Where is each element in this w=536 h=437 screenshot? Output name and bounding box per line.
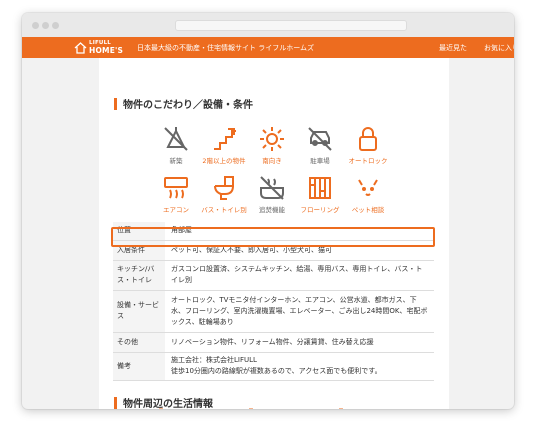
cutoff-decoration [159, 408, 163, 409]
feature-label: 2階以上の物件 [202, 157, 246, 165]
browser-window: LIFULL HOME'S 日本最大級の不動産・住宅情報サイト ライフルホームズ … [22, 13, 514, 409]
feature-south-facing: 南向き [247, 125, 297, 165]
bath-reheat-icon [260, 176, 284, 200]
site-header: LIFULL HOME'S 日本最大級の不動産・住宅情報サイト ライフルホームズ … [22, 37, 514, 58]
table-value-cell: ガスコンロ設置済、システムキッチン、給湯、専用バス、専用トイレ、バス・トイレ別 [165, 260, 434, 291]
stairs-icon [214, 128, 236, 150]
close-window-dot[interactable] [32, 22, 39, 29]
section-title-bar [114, 396, 117, 409]
sun-icon [260, 127, 284, 151]
table-value-cell: リノベーション物件、リフォーム物件、分譲賃貸、住み替え応援 [165, 332, 434, 353]
table-value-cell: オートロック、TVモニタ付インターホン、エアコン、公営水道、都市ガス、下水、フロ… [165, 290, 434, 333]
section-title-text: 物件周辺の生活情報 [123, 399, 213, 409]
feature-second-floor: 2階以上の物件 [199, 125, 249, 165]
logo-big-text: HOME'S [89, 45, 124, 55]
table-header-cell: キッチン/バス・トイレ [113, 260, 165, 291]
minimize-window-dot[interactable] [42, 22, 49, 29]
feature-pet-ok: ペット相談 [343, 174, 393, 214]
table-row: 設備・サービス オートロック、TVモニタ付インターホン、エアコン、公営水道、都市… [113, 290, 434, 333]
favorites-link[interactable]: お気に入り [484, 43, 514, 53]
address-bar[interactable] [175, 20, 407, 31]
cutoff-decoration [339, 408, 343, 409]
pet-icon [358, 179, 378, 196]
house-logo-icon [74, 41, 87, 54]
recently-viewed-link[interactable]: 最近見た [439, 43, 467, 53]
site-logo[interactable]: LIFULL HOME'S [74, 40, 123, 55]
table-row: その他 リノベーション物件、リフォーム物件、分譲賃貸、住み替え応援 [113, 332, 434, 353]
table-header-cell: その他 [113, 332, 165, 353]
feature-autolock: オートロック [343, 125, 393, 165]
browser-titlebar [22, 13, 514, 37]
site-tagline: 日本最大級の不動産・住宅情報サイト ライフルホームズ [137, 44, 315, 52]
table-row: 備考 施工会社：株式会社LIFULL 徒歩10分圏内の路線駅が複数あるので、アク… [113, 352, 434, 381]
remarks-line-2: 徒歩10分圏内の路線駅が複数あるので、アクセス面でも便利です。 [171, 367, 382, 375]
section-title-features: 物件のこだわり／設備・条件 [114, 96, 253, 111]
feature-label: エアコン [163, 206, 189, 214]
feature-label: オートロック [348, 157, 388, 165]
feature-bath-reheat: 追焚機能 [247, 174, 297, 214]
table-value-cell: 施工会社：株式会社LIFULL 徒歩10分圏内の路線駅が複数あるので、アクセス面… [165, 352, 434, 381]
lock-icon [359, 127, 377, 151]
section-title-neighborhood: 物件周辺の生活情報 [114, 395, 213, 409]
highlight-box-move-in-conditions [111, 227, 435, 247]
feature-flooring: フローリング [295, 174, 345, 214]
feature-label: 新築 [169, 157, 183, 165]
table-header-cell: 設備・サービス [113, 290, 165, 333]
feature-label: ペット相談 [351, 206, 385, 214]
new-build-icon [164, 127, 188, 151]
remarks-line-1: 施工会社：株式会社LIFULL [171, 356, 257, 364]
feature-label: 南向き [262, 157, 282, 165]
section-title-bar [114, 97, 117, 110]
flooring-icon [309, 177, 331, 199]
feature-separate-bath-toilet: バス・トイレ別 [199, 174, 249, 214]
air-conditioner-icon [164, 177, 188, 199]
table-row: キッチン/バス・トイレ ガスコンロ設置済、システムキッチン、給湯、専用バス、専用… [113, 260, 434, 291]
toilet-icon [214, 176, 235, 200]
maximize-window-dot[interactable] [52, 22, 59, 29]
feature-label: 駐車場 [310, 157, 330, 165]
feature-new-build: 新築 [151, 125, 201, 165]
feature-label: フローリング [300, 206, 340, 214]
feature-parking: 駐車場 [295, 125, 345, 165]
table-header-cell: 備考 [113, 352, 165, 381]
car-icon [308, 127, 332, 151]
cutoff-decoration [249, 408, 253, 409]
feature-air-conditioner: エアコン [151, 174, 201, 214]
feature-label: 追焚機能 [259, 206, 285, 214]
section-title-text: 物件のこだわり／設備・条件 [123, 100, 253, 111]
feature-label: バス・トイレ別 [201, 206, 247, 214]
